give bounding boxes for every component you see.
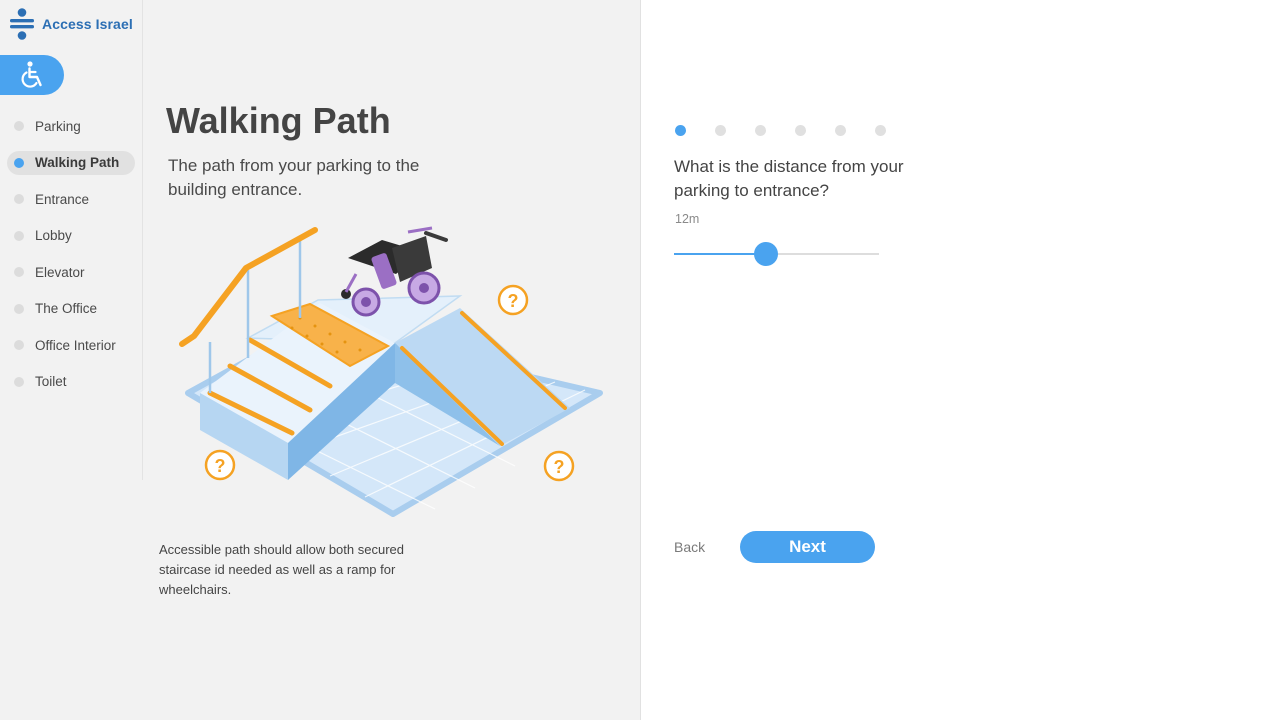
sidebar-item-label: Parking <box>35 118 81 134</box>
sidebar-item-label: Elevator <box>35 264 85 280</box>
back-button[interactable]: Back <box>674 539 705 555</box>
walking-path-illustration: ? ? ? <box>170 218 610 533</box>
left-pane: Access Israel Parking Walking Path Entra… <box>0 0 640 720</box>
step-dot-1[interactable] <box>675 125 686 136</box>
sidebar-item-lobby[interactable]: Lobby <box>7 224 135 248</box>
sidebar-divider <box>142 0 143 480</box>
step-indicator-icon <box>14 230 24 241</box>
step-indicator-icon <box>14 157 24 168</box>
step-dot-3[interactable] <box>755 125 766 136</box>
sidebar-item-entrance[interactable]: Entrance <box>7 187 135 211</box>
slider-fill <box>674 253 767 255</box>
sidebar-item-label: Walking Path <box>35 155 120 170</box>
step-indicator-icon <box>14 194 24 204</box>
step-dot-2[interactable] <box>715 125 726 136</box>
distance-slider[interactable] <box>674 241 879 267</box>
sidebar-item-walking-path[interactable]: Walking Path <box>7 150 135 175</box>
sidebar-item-the-office[interactable]: The Office <box>7 297 135 321</box>
wheelchair-icon <box>21 61 42 88</box>
step-dot-6[interactable] <box>875 125 886 136</box>
sidebar-item-label: Lobby <box>35 228 72 243</box>
slider-value-label: 12m <box>675 212 700 226</box>
sidebar-item-parking[interactable]: Parking <box>7 114 135 138</box>
svg-text:?: ? <box>215 456 226 476</box>
sidebar-item-label: Office Interior <box>35 337 116 353</box>
sidebar-nav: Parking Walking Path Entrance Lobby Elev… <box>7 114 135 406</box>
sidebar-item-office-interior[interactable]: Office Interior <box>7 333 135 357</box>
sidebar-item-label: Entrance <box>35 191 90 207</box>
accessibility-button[interactable] <box>0 55 64 95</box>
sidebar-item-label: The Office <box>35 301 98 316</box>
question-text: What is the distance from your parking t… <box>674 157 904 200</box>
sidebar-item-label: Toilet <box>35 374 67 389</box>
sidebar-item-elevator[interactable]: Elevator <box>7 260 135 284</box>
brand-name: Access Israel <box>42 16 133 32</box>
step-indicator-icon <box>14 121 24 131</box>
step-dot-4[interactable] <box>795 125 806 136</box>
next-button[interactable]: Next <box>740 531 875 563</box>
step-progress <box>675 125 915 136</box>
step-indicator-icon <box>14 303 24 314</box>
right-pane: What is the distance from your parking t… <box>641 0 1280 720</box>
step-indicator-icon <box>14 376 24 387</box>
step-dot-5[interactable] <box>835 125 846 136</box>
logo[interactable]: Access Israel <box>10 7 133 41</box>
sidebar-item-toilet[interactable]: Toilet <box>7 370 135 394</box>
access-israel-logo-icon <box>10 7 34 41</box>
step-indicator-icon <box>14 267 24 277</box>
svg-text:?: ? <box>508 291 519 311</box>
slider-thumb[interactable] <box>754 242 779 266</box>
accessibility-note: Accessible path should allow both secure… <box>159 542 404 597</box>
svg-text:?: ? <box>554 457 565 477</box>
page-title: Walking Path <box>166 100 391 141</box>
page-subtitle: The path from your parking to the buildi… <box>168 156 420 199</box>
step-indicator-icon <box>14 340 24 350</box>
